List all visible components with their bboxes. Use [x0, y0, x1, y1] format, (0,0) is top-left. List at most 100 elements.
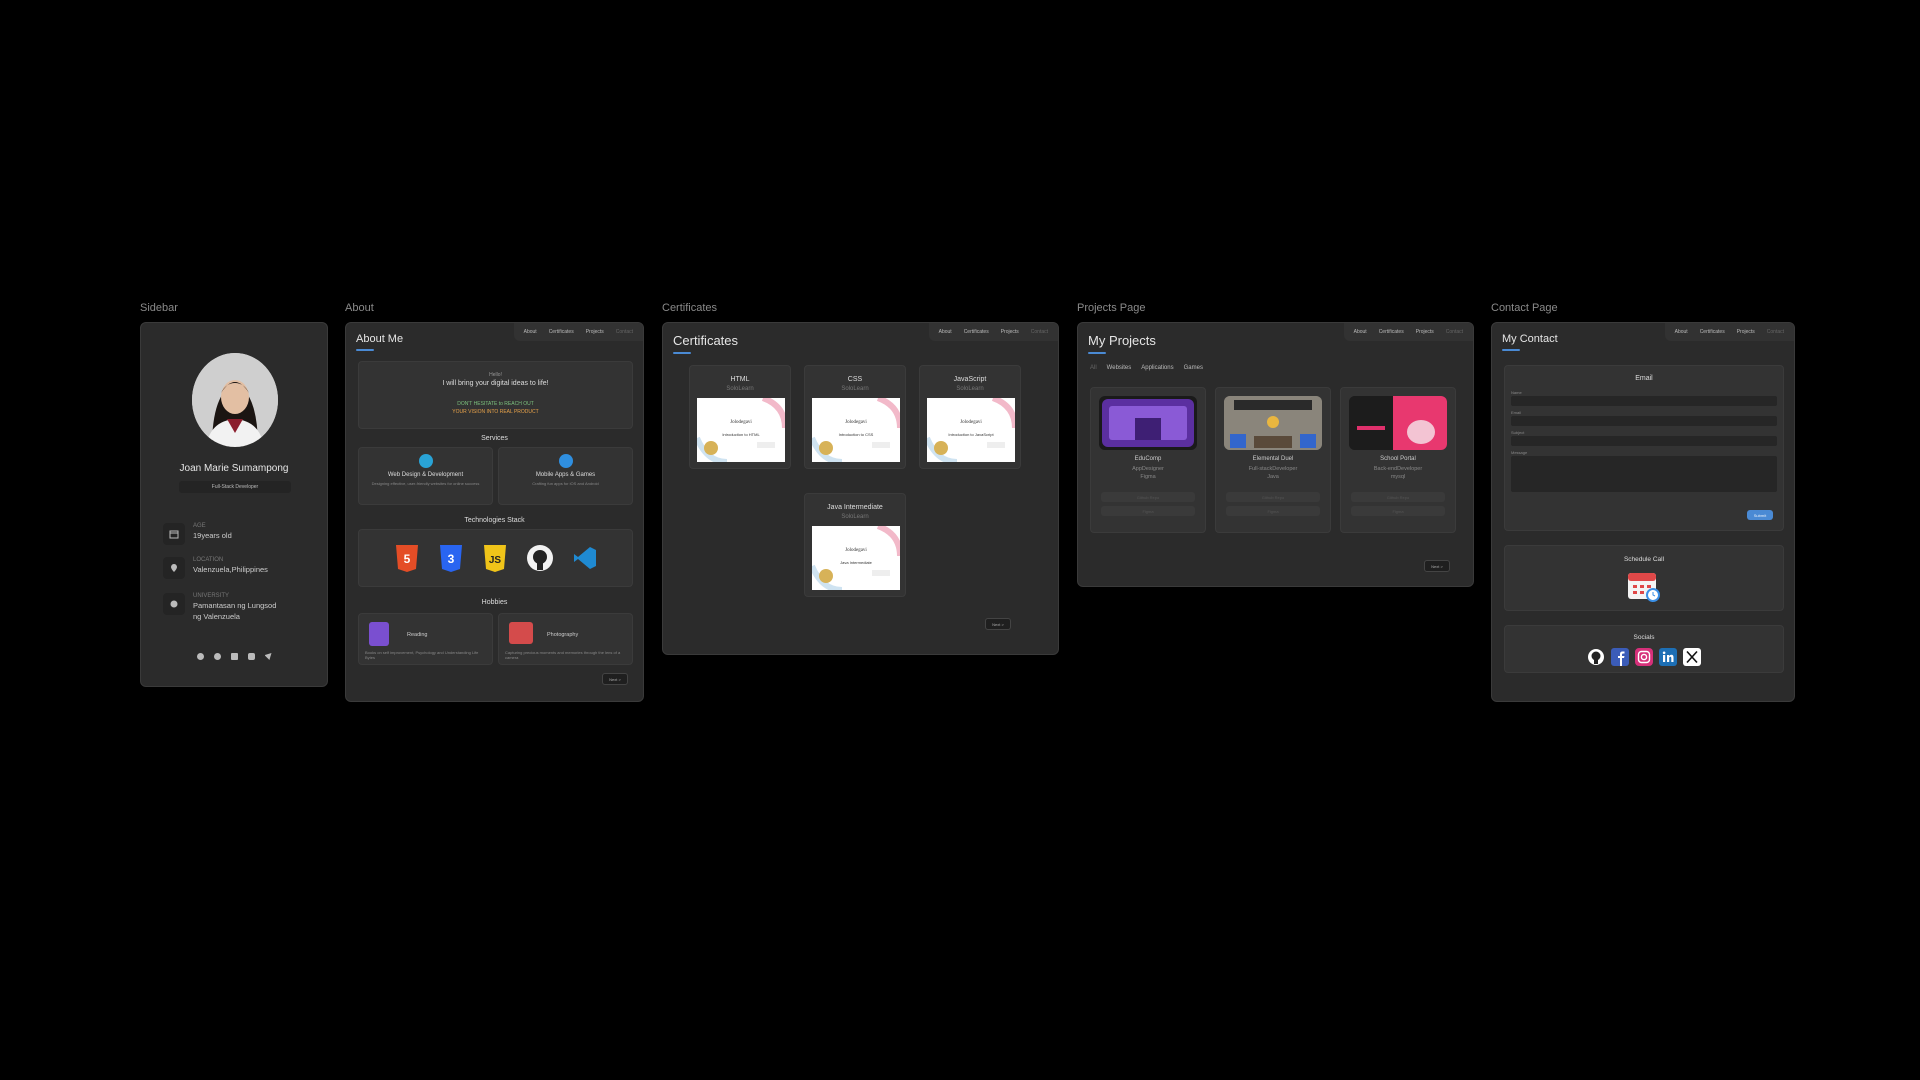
email-card: Email Name Email Subject Message Submit	[1504, 365, 1784, 531]
cert-course: Introduction to JavaScript	[948, 432, 994, 437]
github-repo-button[interactable]: Github Repo	[1226, 492, 1320, 502]
x-icon[interactable]	[1683, 648, 1701, 666]
nav-projects[interactable]: Projects	[1737, 329, 1755, 335]
nav-about[interactable]: About	[1675, 329, 1688, 335]
github-icon[interactable]	[213, 653, 221, 660]
project-filters: All Websites Applications Games	[1090, 365, 1203, 371]
figma-button[interactable]: Figma	[1226, 506, 1320, 516]
service-mobile-title: Mobile Apps & Games	[535, 472, 596, 478]
certificates-frame: About Certificates Projects Contact Cert…	[662, 322, 1059, 655]
about-title: About Me	[356, 333, 403, 351]
info-university-label: UNIVERSITY	[193, 593, 230, 599]
subject-input[interactable]	[1511, 436, 1777, 446]
nav-projects[interactable]: Projects	[1416, 329, 1434, 335]
project-card-educomp[interactable]: EduComp AppDesigner Figma Github Repo Fi…	[1090, 387, 1206, 533]
service-card-mobile: Mobile Apps & Games Crafting fun apps fo…	[498, 447, 633, 505]
svg-text:5: 5	[403, 552, 410, 566]
name-input[interactable]	[1511, 396, 1777, 406]
hobby-photography-title: Photography	[547, 632, 579, 638]
nav-contact[interactable]: Contact	[616, 329, 633, 335]
project-thumbnail	[1224, 396, 1322, 450]
svg-text:JS: JS	[488, 555, 501, 566]
project-card-elemental-duel[interactable]: Elemental Duel Full-stackDeveloper Java …	[1215, 387, 1331, 533]
service-web-desc: Designing effective, user-friendly websi…	[371, 481, 480, 486]
nav-certificates[interactable]: Certificates	[1379, 329, 1404, 335]
message-textarea[interactable]	[1511, 456, 1777, 492]
github-icon	[526, 545, 553, 571]
project-tool: Figma	[1140, 474, 1156, 480]
filter-games[interactable]: Games	[1184, 365, 1203, 371]
certificates-title: Certificates	[673, 333, 738, 354]
filter-applications[interactable]: Applications	[1141, 365, 1173, 371]
filter-all[interactable]: All	[1090, 365, 1097, 371]
twitter-icon[interactable]	[264, 653, 272, 660]
nav-projects[interactable]: Projects	[586, 329, 604, 335]
location-pin-icon	[163, 557, 185, 579]
mobile-app-icon	[558, 454, 573, 468]
linkedin-icon[interactable]	[230, 653, 238, 660]
cert-card-html[interactable]: HTML SoloLearn Jolodegavi Introduction t…	[689, 365, 791, 469]
nav-certificates[interactable]: Certificates	[1700, 329, 1725, 335]
instagram-icon[interactable]	[1635, 648, 1653, 666]
nav-certificates[interactable]: Certificates	[964, 329, 989, 335]
cert-card-css[interactable]: CSS SoloLearn Jolodegavi Introduction to…	[804, 365, 906, 469]
facebook-icon[interactable]	[196, 653, 204, 660]
facebook-icon[interactable]	[1611, 648, 1629, 666]
javascript-icon: JS	[483, 545, 506, 572]
web-design-icon	[418, 454, 433, 468]
contact-title: My Contact	[1502, 333, 1558, 351]
sidebar-frame: Joan Marie Sumampong Full-Stack Develope…	[140, 322, 328, 687]
hero-card: Hello! I will bring your digital ideas t…	[358, 361, 633, 429]
info-location-value: Valenzuela,Philippines	[193, 565, 268, 574]
calendar-clock-icon[interactable]	[1626, 567, 1662, 603]
info-university-value: Pamantasan ng Lungsod ng Valenzuela	[193, 601, 277, 621]
github-repo-button[interactable]: Github Repo	[1351, 492, 1445, 502]
contact-nav: About Certificates Projects Contact	[1664, 323, 1794, 341]
about-next-button[interactable]: Next >	[602, 673, 628, 685]
schedule-title: Schedule Call	[1623, 556, 1665, 563]
filter-websites[interactable]: Websites	[1107, 365, 1132, 371]
css3-icon: 3	[439, 545, 462, 572]
certificates-nav: About Certificates Projects Contact	[928, 323, 1058, 341]
reading-icon	[369, 622, 389, 646]
linkedin-icon[interactable]	[1659, 648, 1677, 666]
project-role: AppDesigner	[1132, 466, 1164, 472]
project-card-school-portal[interactable]: School Portal Back-endDeveloper mysql Gi…	[1340, 387, 1456, 533]
figma-button[interactable]: Figma	[1101, 506, 1195, 516]
cert-issuer: SoloLearn	[841, 514, 869, 520]
service-mobile-desc: Crafting fun apps for iOS and Android	[532, 481, 599, 486]
cta-line-2: YOUR VISION INTO REAL PRODUCT	[452, 409, 539, 415]
cert-holder: Jolodegavi	[960, 420, 982, 425]
project-thumbnail	[1099, 396, 1197, 450]
nav-about[interactable]: About	[939, 329, 952, 335]
instagram-icon[interactable]	[247, 653, 255, 660]
frame-label-certificates: Certificates	[662, 302, 718, 314]
cert-name: JavaScript	[953, 376, 987, 383]
cert-card-java[interactable]: Java Intermediate SoloLearn Jolodegavi J…	[804, 493, 906, 597]
figma-button[interactable]: Figma	[1351, 506, 1445, 516]
nav-about[interactable]: About	[1354, 329, 1367, 335]
github-icon[interactable]	[1587, 648, 1605, 666]
info-age-value: 19years old	[193, 531, 232, 540]
projects-nav: About Certificates Projects Contact	[1343, 323, 1473, 341]
photography-icon	[509, 622, 533, 644]
about-frame: About Certificates Projects Contact Abou…	[345, 322, 644, 702]
project-tool: mysql	[1390, 474, 1406, 480]
certificates-next-button[interactable]: Next >	[985, 618, 1011, 630]
github-repo-button[interactable]: Github Repo	[1101, 492, 1195, 502]
nav-projects[interactable]: Projects	[1001, 329, 1019, 335]
about-nav: About Certificates Projects Contact	[513, 323, 643, 341]
hobby-photography-desc: Capturing precious moments and memories …	[505, 650, 621, 660]
projects-next-button[interactable]: Next >	[1424, 560, 1450, 572]
frame-label-about: About	[345, 302, 374, 314]
nav-contact[interactable]: Contact	[1767, 329, 1784, 335]
nav-about[interactable]: About	[524, 329, 537, 335]
email-input[interactable]	[1511, 416, 1777, 426]
nav-contact[interactable]: Contact	[1446, 329, 1463, 335]
nav-certificates[interactable]: Certificates	[549, 329, 574, 335]
cert-card-javascript[interactable]: JavaScript SoloLearn Jolodegavi Introduc…	[919, 365, 1021, 469]
submit-button[interactable]: Submit	[1747, 510, 1773, 520]
nav-contact[interactable]: Contact	[1031, 329, 1048, 335]
hobby-reading-title: Reading	[407, 632, 428, 638]
schedule-card: Schedule Call	[1504, 545, 1784, 611]
